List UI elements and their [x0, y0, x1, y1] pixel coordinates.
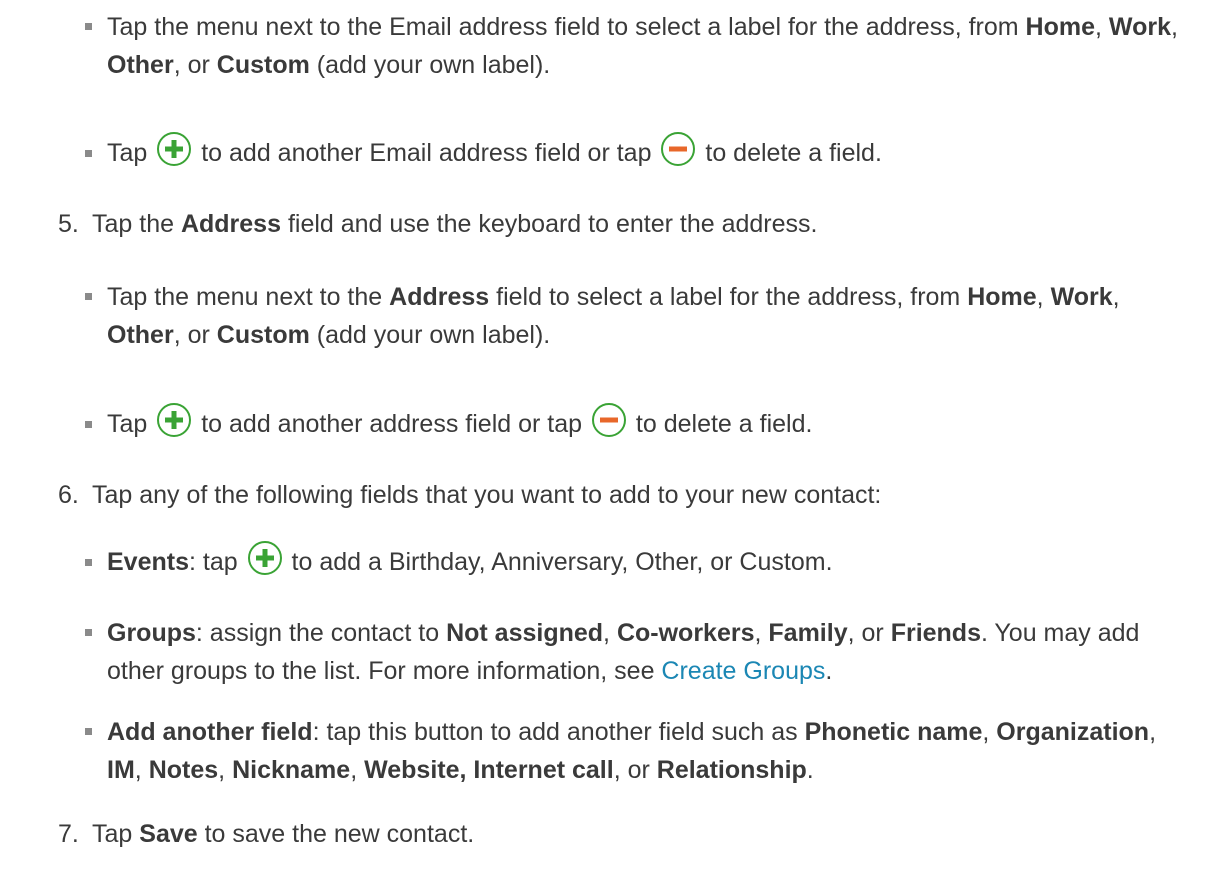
- bullet-marker: [85, 421, 92, 428]
- bullet-text: Tap to add another address field or tap …: [95, 400, 1195, 448]
- bullet-text: Add another field: tap this button to ad…: [107, 718, 1157, 784]
- bullet-marker: [85, 293, 92, 300]
- bullet-text: Tap the menu next to the Email address f…: [107, 13, 1178, 79]
- bullet-text: Tap the menu next to the Address field t…: [107, 283, 1120, 349]
- step-number: 6.: [58, 481, 79, 509]
- bullet-text: Events: tap to add a Birthday, Anniversa…: [95, 538, 1195, 586]
- groups-bullet: Groups: assign the contact to Not assign…: [85, 614, 1195, 690]
- address-add-remove-bullet: Tap to add another address field or tap …: [85, 400, 1195, 448]
- add-circle-icon: [156, 131, 192, 167]
- add-another-field-bullet: Add another field: tap this button to ad…: [85, 713, 1195, 789]
- bullet-text: Tap to add another Email address field o…: [95, 129, 1195, 177]
- bullet-marker: [85, 629, 92, 636]
- bullet-marker: [85, 559, 92, 566]
- remove-circle-icon: [660, 131, 696, 167]
- add-circle-icon: [156, 402, 192, 438]
- address-label-bullet: Tap the menu next to the Address field t…: [85, 278, 1195, 354]
- email-add-remove-bullet: Tap to add another Email address field o…: [85, 129, 1195, 177]
- step-6: 6. Tap any of the following fields that y…: [58, 476, 1198, 514]
- remove-circle-icon: [591, 402, 627, 438]
- add-circle-icon: [247, 540, 283, 576]
- bullet-marker: [85, 23, 92, 30]
- step-number: 7.: [58, 820, 79, 848]
- email-label-bullet: Tap the menu next to the Email address f…: [85, 8, 1195, 84]
- create-groups-link[interactable]: Create Groups: [661, 657, 825, 685]
- bullet-text: Groups: assign the contact to Not assign…: [107, 619, 1140, 685]
- step-7: 7. Tap Save to save the new contact.: [58, 815, 1198, 853]
- step-5: 5. Tap the Address field and use the keyb…: [58, 205, 1198, 243]
- bullet-marker: [85, 728, 92, 735]
- bullet-marker: [85, 150, 92, 157]
- events-bullet: Events: tap to add a Birthday, Anniversa…: [85, 538, 1195, 586]
- instructions-document: Tap the menu next to the Email address f…: [0, 0, 1215, 869]
- step-number: 5.: [58, 210, 79, 238]
